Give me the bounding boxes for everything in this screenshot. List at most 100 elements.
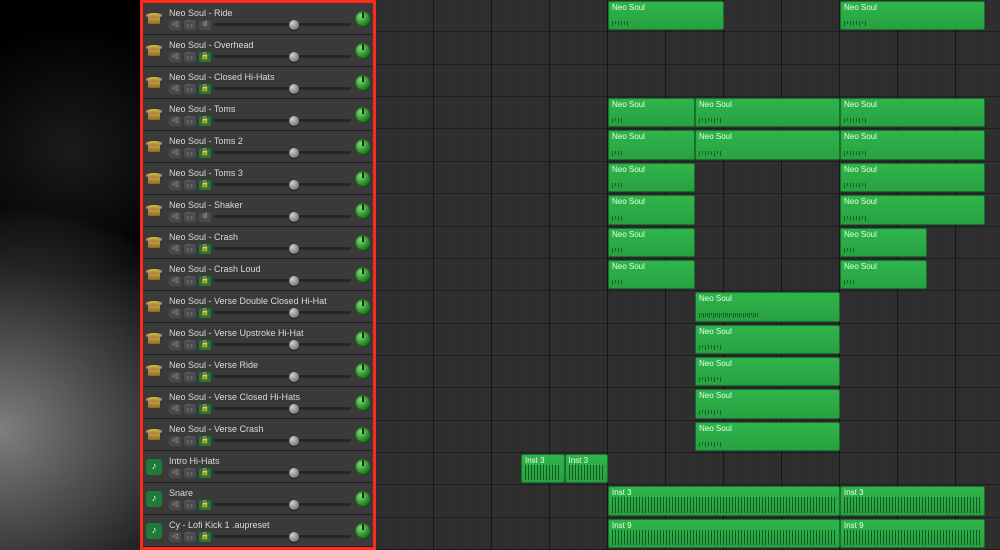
solo-button[interactable]: 🎧 [184,52,196,62]
track-header[interactable]: Neo Soul - Toms 2◁🎧🔒 [143,131,373,163]
lock-button[interactable]: d [199,212,211,222]
track-header[interactable]: Neo Soul - Overhead◁🎧🔒 [143,35,373,67]
midi-region[interactable]: Inst 9 [840,519,985,548]
midi-region[interactable]: Inst 3 [608,486,840,515]
track-header[interactable]: Neo Soul - Shaker◁🎧d [143,195,373,227]
slider-knob[interactable] [289,116,299,126]
midi-region[interactable]: Neo Soul [608,98,695,127]
solo-button[interactable]: 🎧 [184,404,196,414]
mute-button[interactable]: ◁ [169,468,181,478]
track-header[interactable]: Neo Soul - Ride◁🎧d [143,3,373,35]
track-header[interactable]: Neo Soul - Toms 3◁🎧🔒 [143,163,373,195]
pan-knob[interactable] [355,75,371,91]
mute-button[interactable]: ◁ [169,212,181,222]
slider-knob[interactable] [289,436,299,446]
track-header[interactable]: Neo Soul - Toms◁🎧🔒 [143,99,373,131]
midi-region[interactable]: Neo Soul [695,130,840,159]
volume-slider[interactable] [214,148,351,158]
slider-knob[interactable] [289,244,299,254]
solo-button[interactable]: 🎧 [184,500,196,510]
midi-region[interactable]: Neo Soul [840,228,927,257]
pan-knob[interactable] [355,491,371,507]
pan-knob[interactable] [355,11,371,27]
lock-button[interactable]: 🔒 [199,372,211,382]
arrangement-lane[interactable]: Neo Soul [376,388,1000,420]
solo-button[interactable]: 🎧 [184,276,196,286]
mute-button[interactable]: ◁ [169,404,181,414]
lock-button[interactable]: 🔒 [199,340,211,350]
lock-button[interactable]: 🔒 [199,180,211,190]
solo-button[interactable]: 🎧 [184,244,196,254]
slider-knob[interactable] [289,84,299,94]
track-header[interactable]: Neo Soul - Verse Upstroke Hi-Hat◁🎧🔒 [143,323,373,355]
track-header[interactable]: Neo Soul - Closed Hi-Hats◁🎧🔒 [143,67,373,99]
midi-region[interactable]: Neo Soul [840,1,985,30]
slider-knob[interactable] [289,308,299,318]
solo-button[interactable]: 🎧 [184,116,196,126]
volume-slider[interactable] [214,404,351,414]
pan-knob[interactable] [355,171,371,187]
slider-knob[interactable] [289,148,299,158]
midi-region[interactable]: Inst 9 [608,519,840,548]
pan-knob[interactable] [355,139,371,155]
midi-region[interactable]: Neo Soul [840,130,985,159]
mute-button[interactable]: ◁ [169,276,181,286]
lock-button[interactable]: 🔒 [199,84,211,94]
lock-button[interactable]: 🔒 [199,116,211,126]
lock-button[interactable]: 🔒 [199,148,211,158]
arrangement-lane[interactable]: Neo SoulNeo SoulNeo Soul [376,97,1000,129]
pan-knob[interactable] [355,331,371,347]
arrangement-lane[interactable]: Inst 3Inst 3 [376,485,1000,517]
solo-button[interactable]: 🎧 [184,372,196,382]
slider-knob[interactable] [289,212,299,222]
arrangement-lane[interactable]: Neo Soul Neo Soul [376,259,1000,291]
pan-knob[interactable] [355,523,371,539]
midi-region[interactable]: Neo Soul [608,260,695,289]
solo-button[interactable]: 🎧 [184,84,196,94]
midi-region[interactable]: Inst 3 [521,454,565,483]
mute-button[interactable]: ◁ [169,532,181,542]
midi-region[interactable]: Neo Soul [608,195,695,224]
midi-region[interactable]: Neo Soul [695,292,840,321]
volume-slider[interactable] [214,468,351,478]
track-header[interactable]: Neo Soul - Verse Ride◁🎧🔒 [143,355,373,387]
slider-knob[interactable] [289,180,299,190]
pan-knob[interactable] [355,363,371,379]
volume-slider[interactable] [214,116,351,126]
volume-slider[interactable] [214,84,351,94]
arrangement-lane[interactable] [376,32,1000,64]
volume-slider[interactable] [214,532,351,542]
solo-button[interactable]: 🎧 [184,20,196,30]
slider-knob[interactable] [289,20,299,30]
volume-slider[interactable] [214,52,351,62]
solo-button[interactable]: 🎧 [184,212,196,222]
track-header[interactable]: ♪Snare◁🎧🔒 [143,483,373,515]
solo-button[interactable]: 🎧 [184,180,196,190]
lock-button[interactable]: 🔒 [199,436,211,446]
slider-knob[interactable] [289,52,299,62]
lock-button[interactable]: 🔒 [199,276,211,286]
slider-knob[interactable] [289,372,299,382]
pan-knob[interactable] [355,235,371,251]
pan-knob[interactable] [355,459,371,475]
volume-slider[interactable] [214,308,351,318]
arrangement-area[interactable]: Neo SoulNeo SoulNeo SoulNeo SoulNeo Soul… [376,0,1000,550]
volume-slider[interactable] [214,244,351,254]
track-header[interactable]: ♪Cy - Lofi Kick 1 .aupreset◁🎧🔒 [143,515,373,547]
mute-button[interactable]: ◁ [169,148,181,158]
midi-region[interactable]: Neo Soul [608,130,695,159]
midi-region[interactable]: Neo Soul [695,389,840,418]
pan-knob[interactable] [355,299,371,315]
mute-button[interactable]: ◁ [169,180,181,190]
track-header[interactable]: Neo Soul - Verse Crash◁🎧🔒 [143,419,373,451]
arrangement-lane[interactable]: Neo Soul [376,356,1000,388]
volume-slider[interactable] [214,180,351,190]
solo-button[interactable]: 🎧 [184,468,196,478]
arrangement-lane[interactable]: Neo SoulNeo Soul [376,0,1000,32]
midi-region[interactable]: Neo Soul [840,260,927,289]
slider-knob[interactable] [289,276,299,286]
midi-region[interactable]: Neo Soul [695,98,840,127]
mute-button[interactable]: ◁ [169,20,181,30]
lock-button[interactable]: 🔒 [199,500,211,510]
lock-button[interactable]: 🔒 [199,244,211,254]
